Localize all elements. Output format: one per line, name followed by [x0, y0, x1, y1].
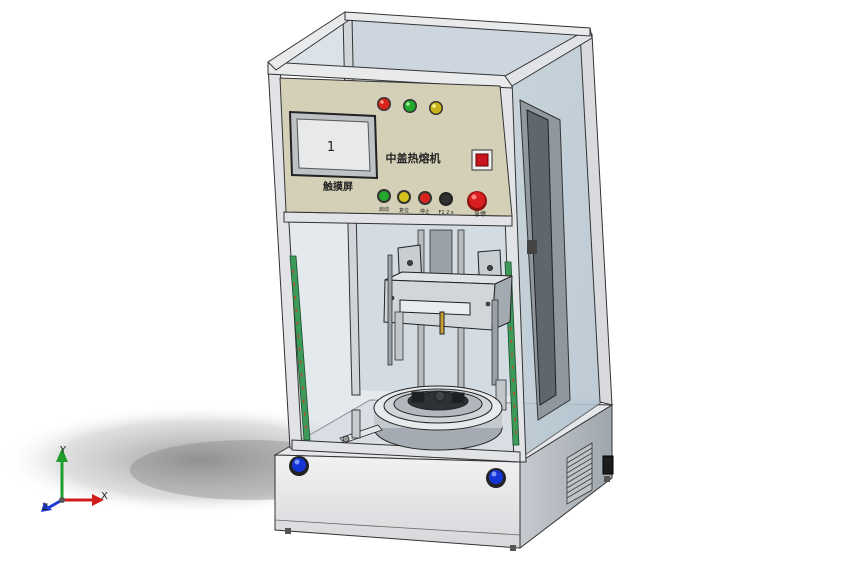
left-start-button[interactable] [289, 456, 309, 476]
control-button-start-label: 启动 [379, 206, 389, 213]
axis-label-x: X [101, 491, 108, 502]
cad-viewport[interactable]: 1 触摸屏 中盖热熔机 启动 复位 停止 F1 2 s 急停 Y X Z [0, 0, 867, 562]
control-button-stop[interactable] [418, 191, 432, 205]
control-button-stop-label: 停止 [420, 208, 430, 215]
right-start-button[interactable] [486, 468, 506, 488]
rotary-fixture [373, 385, 503, 451]
indicator-light-red [377, 97, 391, 111]
control-button-f1[interactable] [439, 192, 453, 206]
screen-value: 1 [327, 140, 335, 155]
touchscreen[interactable]: 1 [288, 110, 379, 180]
control-button-start[interactable] [377, 189, 391, 203]
control-button-reset[interactable] [397, 190, 411, 204]
axis-label-z: Z [42, 503, 48, 513]
power-socket [602, 455, 614, 475]
panel-title: 中盖热熔机 [386, 151, 441, 165]
axis-label-y: Y [59, 445, 67, 456]
control-button-f1-label: F1 2 s [438, 210, 453, 216]
emergency-stop-label: 急停 [474, 210, 486, 218]
indicator-light-green [403, 99, 417, 113]
control-button-reset-label: 复位 [399, 207, 409, 214]
emergency-stop-button[interactable] [467, 191, 487, 211]
touchscreen-label: 触摸屏 [322, 180, 353, 193]
power-switch[interactable] [471, 149, 493, 171]
indicator-light-yellow [429, 101, 443, 115]
